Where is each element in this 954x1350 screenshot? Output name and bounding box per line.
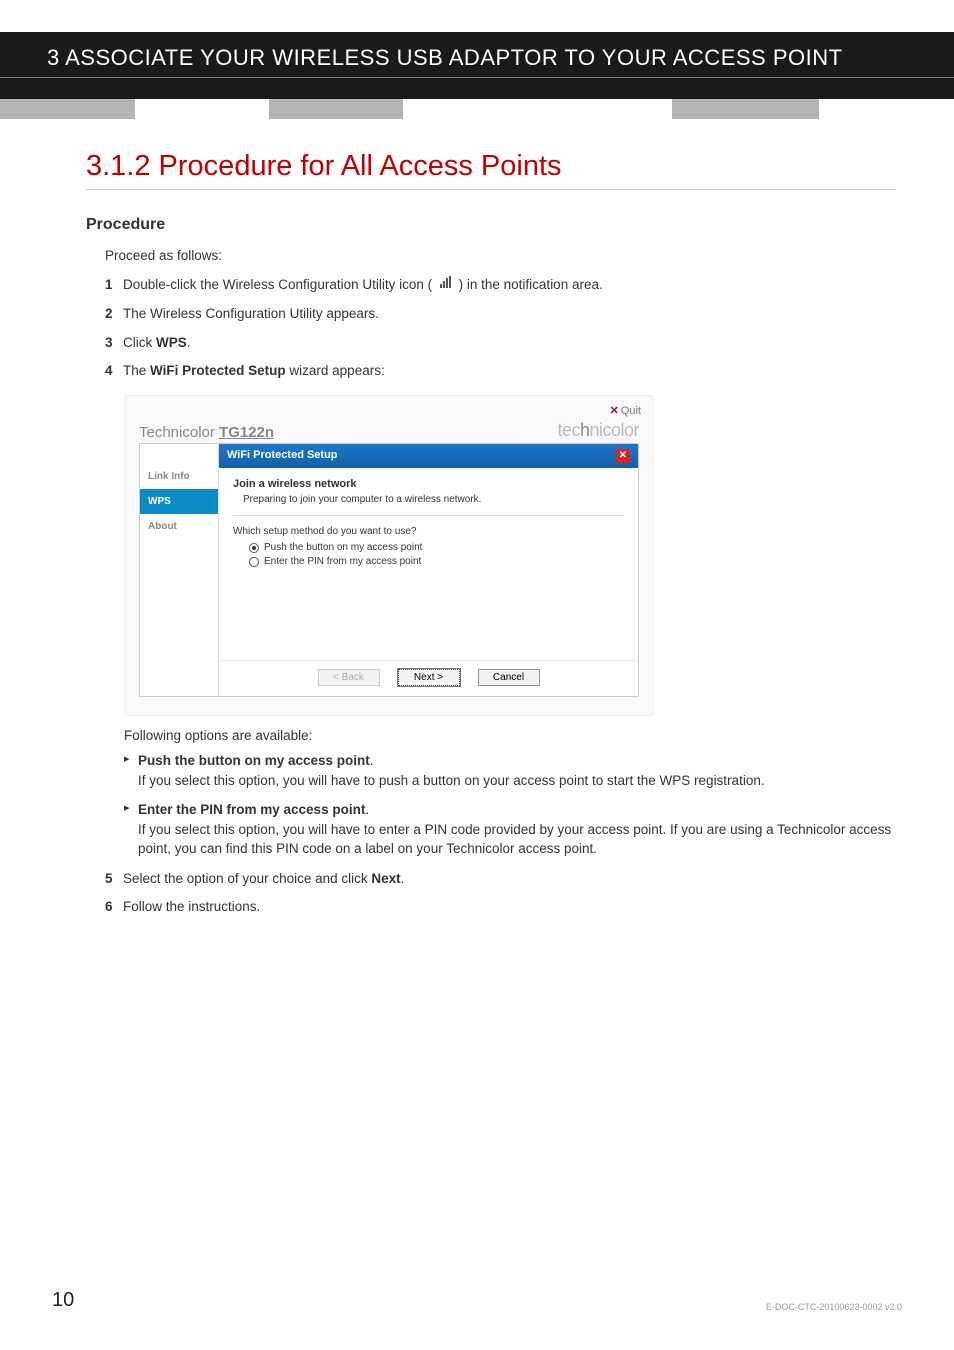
procedure-intro: Proceed as follows:: [105, 248, 896, 263]
step-4: 4 The WiFi Protected Setup wizard appear…: [105, 361, 896, 381]
page-number: 10: [52, 1289, 74, 1312]
doc-id: E-DOC-CTC-20100623-0002 v2.0: [766, 1302, 902, 1312]
step-6: 6 Follow the instructions.: [105, 897, 896, 917]
page-header-band: 3 ASSOCIATE YOUR WIRELESS USB ADAPTOR TO…: [0, 32, 954, 99]
inner-app: Link Info WPS About WiFi Protected Setup…: [139, 443, 639, 697]
sidebar-link-info[interactable]: Link Info: [140, 464, 218, 489]
quit-link[interactable]: ✕Quit: [610, 404, 641, 417]
step-body: Select the option of your choice and cli…: [123, 869, 896, 889]
step-body: The Wireless Configuration Utility appea…: [123, 304, 896, 324]
pane-title: WiFi Protected Setup: [227, 449, 338, 463]
pane-close-button[interactable]: ✕: [616, 449, 630, 463]
pane-header: WiFi Protected Setup ✕: [219, 444, 638, 468]
decorative-color-bar: [0, 99, 954, 119]
step-5: 5 Select the option of your choice and c…: [105, 869, 896, 889]
join-title: Join a wireless network: [233, 478, 624, 490]
close-icon: ✕: [610, 405, 619, 417]
cancel-button[interactable]: Cancel: [478, 669, 540, 686]
radio-push-button[interactable]: Push the button on my access point: [249, 542, 624, 553]
radio-icon: [249, 543, 259, 553]
options-list: Push the button on my access point. If y…: [124, 751, 896, 859]
content-area: 3.1.2 Procedure for All Access Points Pr…: [86, 150, 896, 925]
option-push: Push the button on my access point. If y…: [124, 751, 896, 790]
setup-question: Which setup method do you want to use?: [233, 526, 624, 537]
radio-icon: [249, 557, 259, 567]
step-num: 4: [105, 361, 123, 381]
signal-icon: [438, 275, 453, 296]
procedure-list-cont: 5 Select the option of your choice and c…: [105, 869, 896, 918]
step-body: The WiFi Protected Setup wizard appears:: [123, 361, 896, 381]
step-body: Click WPS.: [123, 333, 896, 353]
page-footer: 10 E-DOC-CTC-20100623-0002 v2.0: [52, 1289, 902, 1312]
back-button[interactable]: < Back: [318, 669, 380, 686]
step-body: Double-click the Wireless Configuration …: [123, 275, 896, 296]
brand-logo: technicolor: [557, 420, 639, 441]
step-num: 2: [105, 304, 123, 324]
page-header-text: 3 ASSOCIATE YOUR WIRELESS USB ADAPTOR TO…: [0, 32, 954, 71]
sidebar-about[interactable]: About: [140, 514, 218, 539]
header-rule: [0, 77, 954, 78]
procedure-list: 1 Double-click the Wireless Configuratio…: [105, 275, 896, 381]
option-pin: Enter the PIN from my access point. If y…: [124, 800, 896, 859]
step-2: 2 The Wireless Configuration Utility app…: [105, 304, 896, 324]
sidebar-wps[interactable]: WPS: [140, 489, 218, 514]
step-body: Follow the instructions.: [123, 897, 896, 917]
step-num: 3: [105, 333, 123, 353]
pane-body: Join a wireless network Preparing to joi…: [219, 468, 638, 660]
main-pane: WiFi Protected Setup ✕ Join a wireless n…: [218, 444, 638, 696]
sidebar: Link Info WPS About: [140, 444, 218, 696]
step-3: 3 Click WPS.: [105, 333, 896, 353]
brand-row: Technicolor TG122n technicolor: [139, 420, 639, 441]
next-button[interactable]: Next >: [398, 669, 460, 686]
step-num: 5: [105, 869, 123, 889]
product-name: Technicolor TG122n: [139, 424, 274, 441]
wps-wizard-window: ✕Quit Technicolor TG122n technicolor Lin…: [124, 395, 654, 716]
button-row: < Back Next > Cancel: [219, 660, 638, 696]
step-num: 6: [105, 897, 123, 917]
step-1: 1 Double-click the Wireless Configuratio…: [105, 275, 896, 296]
join-subtitle: Preparing to join your computer to a wir…: [243, 494, 624, 505]
following-options-text: Following options are available:: [124, 728, 896, 743]
step-num: 1: [105, 275, 123, 296]
radio-enter-pin[interactable]: Enter the PIN from my access point: [249, 556, 624, 567]
procedure-heading: Procedure: [86, 216, 896, 234]
section-title: 3.1.2 Procedure for All Access Points: [86, 150, 896, 190]
